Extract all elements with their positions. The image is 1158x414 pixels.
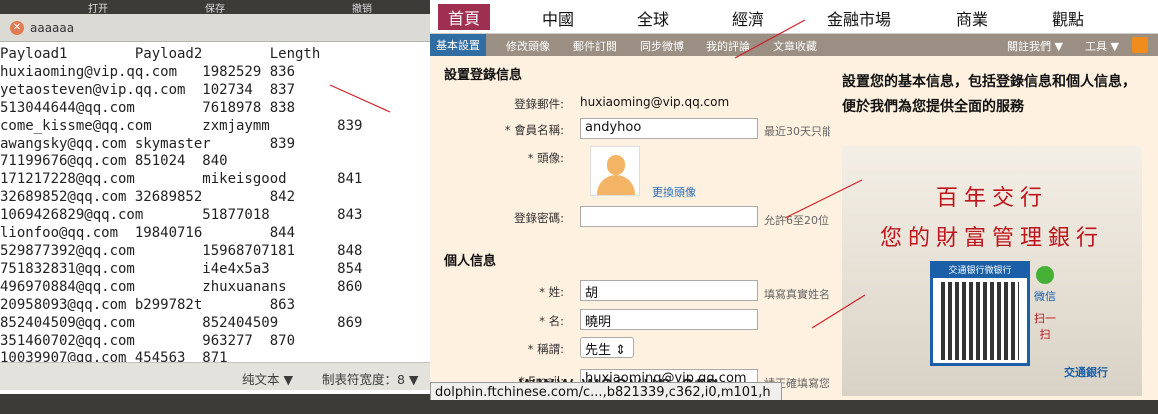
- text-editor-window: 打开 保存 撤销 ✕ aaaaaa Payload1 Payload2 Leng…: [0, 0, 432, 394]
- qr-code: 交通银行微银行: [930, 261, 1030, 366]
- editor-line: 1069426829@qq.com 51877018 843: [0, 207, 363, 224]
- section-login-info: 設置登錄信息: [444, 68, 523, 83]
- editor-line: awangsky@qq.com skymaster 839: [0, 135, 296, 152]
- nav-business[interactable]: 商業: [956, 6, 988, 30]
- editor-line: lionfoo@qq.com 19840716 844: [0, 225, 296, 242]
- wechat-label: 微信: [1034, 290, 1056, 303]
- editor-line: 171217228@qq.com mikeisgood 841: [0, 171, 363, 188]
- editor-toolbar: 打开 保存 撤销: [0, 0, 432, 15]
- nav-china[interactable]: 中國: [542, 6, 574, 30]
- editor-line: 351460702@qq.com 963277 870: [0, 332, 296, 349]
- editor-line: 852404509@qq.com 852404509 869: [0, 314, 363, 331]
- tab-title: aaaaaa: [30, 21, 75, 35]
- member-name-hint: 最近30天只能: [764, 125, 833, 138]
- editor-line: 32689852@qq.com 32689852 842: [0, 189, 296, 206]
- nav-global[interactable]: 全球: [637, 6, 669, 30]
- editor-line: 751832831@qq.com i4e4x5a3 854: [0, 260, 363, 277]
- member-name-label: * 會員名稱:: [504, 123, 564, 137]
- title-label: * 稱謂:: [527, 342, 564, 356]
- qr-header: 交通银行微银行: [933, 264, 1027, 278]
- avatar-label: * 頭像:: [527, 151, 564, 165]
- rss-icon[interactable]: [1132, 37, 1148, 53]
- change-avatar-link[interactable]: 更換頭像: [652, 184, 696, 200]
- editor-line: huxiaoming@vip.qq.com 1982529 836: [0, 63, 296, 80]
- section-personal-info: 個人信息: [444, 254, 497, 269]
- browser-page: 首頁 中國 全球 經濟 金融市場 商業 觀點 基本設置 修改頭像 郵件訂閱 同步…: [430, 0, 1158, 400]
- tab-basic-settings[interactable]: 基本設置: [430, 34, 486, 56]
- avatar: [590, 146, 640, 196]
- given-name-input[interactable]: 曉明: [580, 309, 758, 330]
- tab-sync-weibo[interactable]: 同步微博: [640, 38, 684, 54]
- editor-line: 529877392@qq.com 15968707181 848: [0, 242, 363, 259]
- bank-logo-text: 交通銀行: [1064, 366, 1108, 379]
- sidebar-description: 設置您的基本信息，包括登錄信息和個人信息，便於我們為您提供全面的服務: [842, 74, 1136, 115]
- surname-hint: 填寫真實姓名: [764, 288, 830, 301]
- given-name-label: * 名:: [539, 314, 564, 328]
- editor-line: come_kissme@qq.com zxmjaymm 839: [0, 117, 363, 134]
- wechat-icon: [1036, 266, 1054, 284]
- open-button[interactable]: 打开: [88, 0, 108, 15]
- editor-line: 496970884@qq.com zhuxuanans 860: [0, 278, 363, 295]
- member-name-input[interactable]: andyhoo: [580, 118, 758, 139]
- password-input[interactable]: [580, 206, 758, 227]
- editor-text-area[interactable]: Payload1 Payload2 Length huxiaoming@vip.q…: [0, 46, 432, 368]
- info-sidebar: 設置您的基本信息，包括登錄信息和個人信息，便於我們為您提供全面的服務 百年交行 …: [830, 56, 1158, 396]
- email-value: huxiaoming@vip.qq.com: [580, 95, 730, 109]
- follow-us-menu[interactable]: 關註我們 ▼: [1007, 38, 1063, 54]
- nav-home[interactable]: 首頁: [438, 4, 491, 30]
- tab-change-avatar[interactable]: 修改頭像: [506, 38, 550, 54]
- editor-status-bar: 纯文本 ▼ 制表符宽度：8 ▼: [0, 362, 432, 390]
- editor-line: 20958093@qq.com b299782t 863: [0, 296, 296, 313]
- surname-label: * 姓:: [539, 285, 564, 299]
- nav-economy[interactable]: 經濟: [732, 6, 764, 30]
- close-icon[interactable]: ✕: [10, 21, 24, 35]
- title-select[interactable]: 先生 ⇕: [580, 337, 634, 358]
- tab-width-dropdown[interactable]: 制表符宽度：8 ▼: [322, 369, 419, 388]
- qr-pattern-icon: [941, 282, 1019, 360]
- settings-form: 設置登錄信息 登錄郵件: huxiaoming@vip.qq.com * 會員名…: [430, 56, 833, 396]
- password-label: 登錄密碼:: [514, 211, 564, 225]
- save-button[interactable]: 保存: [205, 0, 225, 15]
- nav-finance[interactable]: 金融市場: [827, 6, 891, 30]
- nav-opinion[interactable]: 觀點: [1052, 6, 1084, 30]
- tab-email-subscribe[interactable]: 郵件訂閱: [573, 38, 617, 54]
- tools-menu[interactable]: 工具 ▼: [1085, 38, 1119, 54]
- editor-line: Payload1 Payload2 Length: [0, 46, 321, 62]
- editor-line: 71199676@qq.com 851024 840: [0, 153, 228, 170]
- bank-advertisement[interactable]: 百年交行 您的財富管理銀行 交通银行微银行 微信 扫一扫 交通銀行: [842, 146, 1142, 396]
- ad-slogan-1: 百年交行: [935, 186, 1048, 211]
- syntax-mode-dropdown[interactable]: 纯文本 ▼: [242, 369, 293, 388]
- undo-button[interactable]: 撤销: [352, 0, 372, 15]
- sub-nav: 基本設置 修改頭像 郵件訂閱 同步微博 我的評論 文章收藏 關註我們 ▼ 工具 …: [430, 34, 1158, 56]
- surname-input[interactable]: 胡: [580, 280, 758, 301]
- wechat-scan-label: 扫一扫: [1034, 312, 1056, 341]
- main-nav: 首頁 中國 全球 經濟 金融市場 商業 觀點: [430, 0, 1158, 34]
- editor-line: yetaosteven@vip.qq.com 102734 837: [0, 81, 296, 98]
- editor-line: 513044644@qq.com 7618978 838: [0, 99, 296, 116]
- tab-article-favorites[interactable]: 文章收藏: [773, 38, 817, 54]
- password-hint: 允許6至20位: [764, 214, 829, 227]
- email-label: 登錄郵件:: [514, 97, 564, 111]
- tab-my-comments[interactable]: 我的評論: [706, 38, 750, 54]
- editor-tab-bar: ✕ aaaaaa: [0, 14, 432, 42]
- ad-slogan-2: 您的財富管理銀行: [879, 226, 1104, 251]
- tab-aaaaaa[interactable]: ✕ aaaaaa: [4, 17, 80, 39]
- desktop-bottom-edge: [0, 400, 1158, 414]
- wechat-badge: 微信 扫一扫: [1032, 266, 1058, 342]
